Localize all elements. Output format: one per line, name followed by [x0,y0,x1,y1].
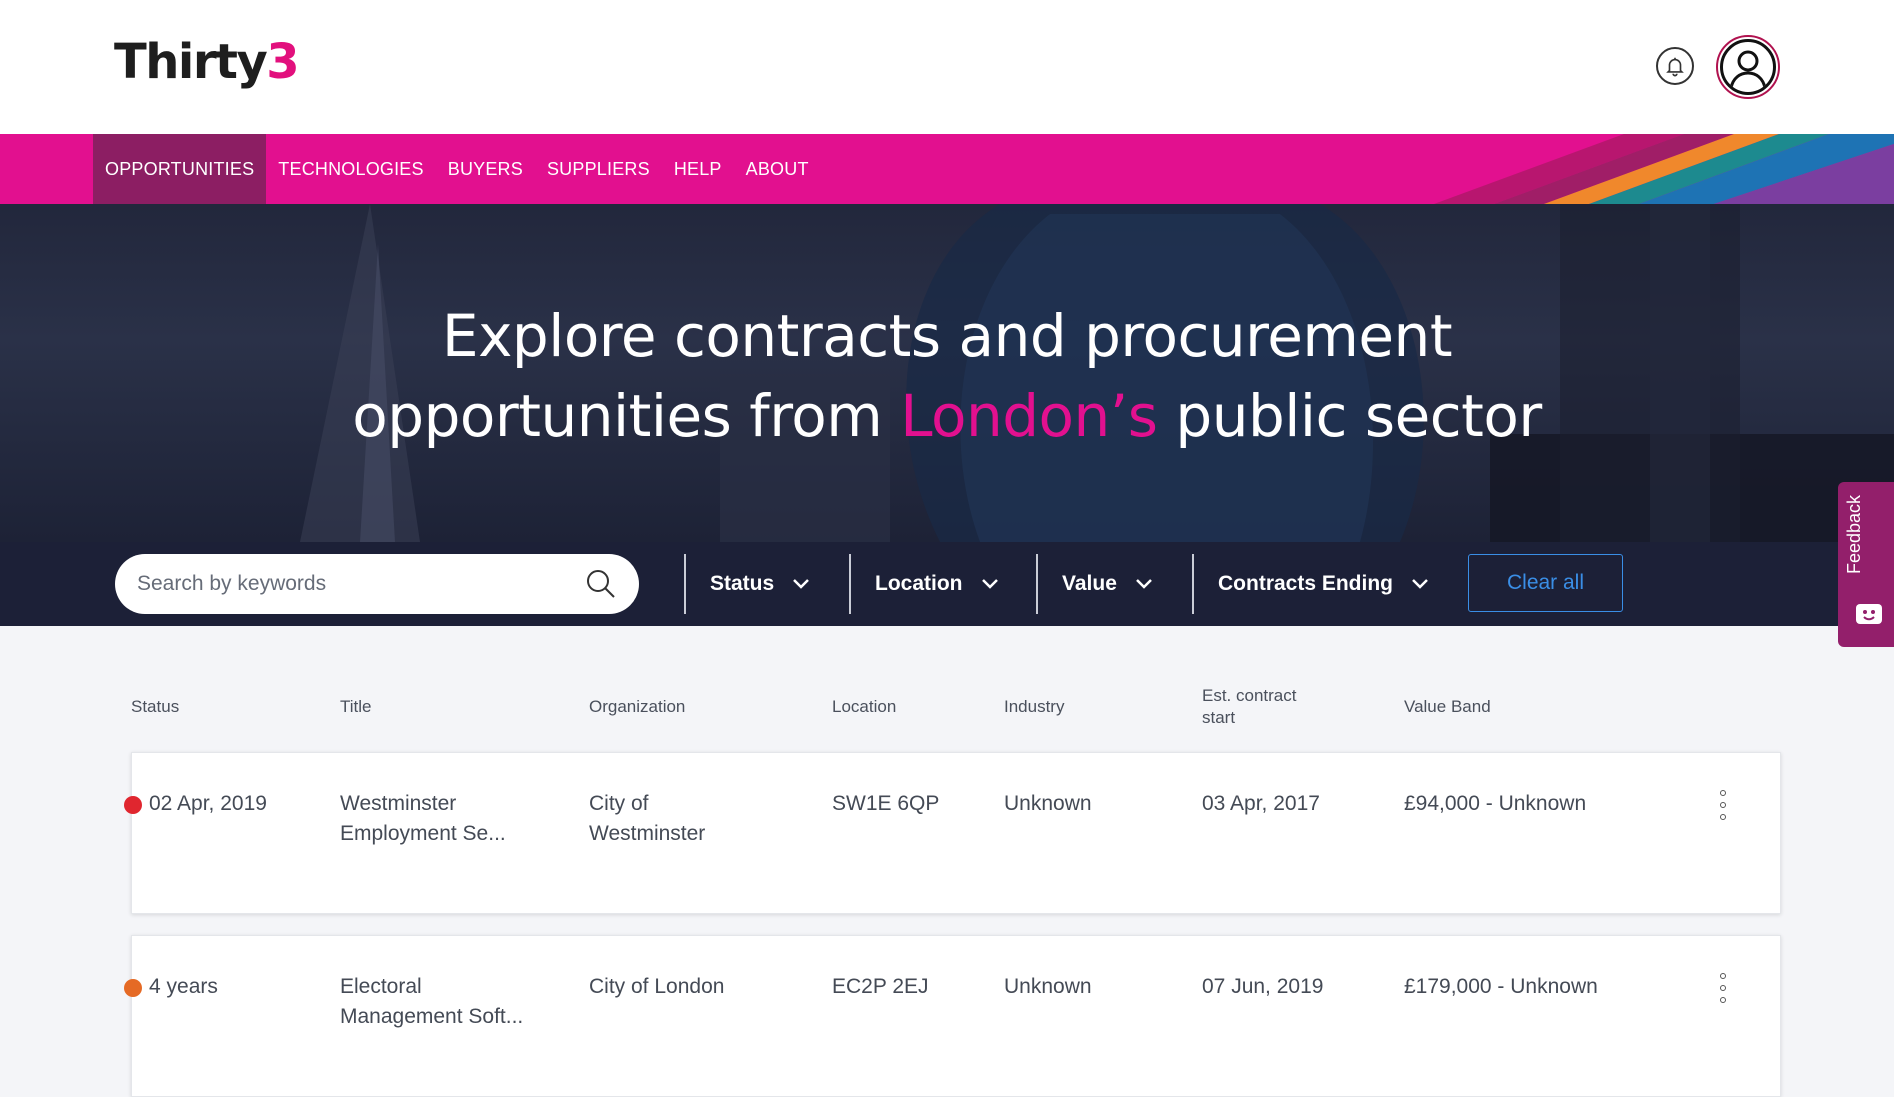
logo-number: 3 [266,34,299,90]
contracts-ending-filter-label: Contracts Ending [1218,572,1394,595]
column-header-industry[interactable]: Industry [1004,696,1064,718]
filter-bar: Status Location Value Contracts Ending C… [0,542,1894,626]
location-filter-label: Location [875,572,963,595]
column-header-status[interactable]: Status [131,696,179,718]
hero-heading-part: opportunities from [352,382,901,450]
feedback-label: Feedback [1844,494,1864,574]
status-filter-label: Status [710,572,775,595]
row-organization-line-2: Westminster [589,822,706,845]
status-dot [124,979,142,997]
top-header: Thirty3 [0,0,1894,134]
row-organization-line-1: City of [589,792,649,815]
hero-heading-accent: London’s [900,382,1158,450]
location-filter[interactable]: Location [875,542,999,626]
column-header-est-contract-start[interactable]: Est. contract start [1202,685,1296,729]
chevron-down-icon [981,542,999,626]
column-header-title[interactable]: Title [340,696,372,718]
row-location: SW1E 6QP [832,792,940,815]
row-organization-line-1: City of London [589,975,725,998]
nav-item-opportunities[interactable]: OPPORTUNITIES [93,134,267,204]
filter-divider [1036,554,1038,614]
column-header-est-line-1: Est. contract [1202,686,1297,705]
row-industry: Unknown [1004,792,1092,815]
nav-item-buyers[interactable]: BUYERS [436,134,535,204]
row-title[interactable]: Electoral Management Soft... [340,972,523,1032]
nav-item-about[interactable]: ABOUT [734,134,821,204]
row-value-band: £179,000 - Unknown [1404,975,1598,998]
row-est-start: 07 Jun, 2019 [1202,975,1324,998]
row-value-band: £94,000 - Unknown [1404,792,1587,815]
nav-item-help[interactable]: HELP [662,134,734,204]
row-title-line-1: Electoral [340,975,422,998]
row-organization: City of London [589,972,724,1002]
column-header-organization[interactable]: Organization [589,696,685,718]
row-est-start: 03 Apr, 2017 [1202,792,1320,815]
logo-text: Thirty [114,34,268,90]
feedback-tab[interactable]: Feedback [1838,482,1894,647]
hero-heading-line-1: Explore contracts and procurement [441,302,1453,370]
decorative-stripes [1434,134,1894,204]
user-avatar-icon[interactable] [1716,35,1780,99]
feedback-face-icon [1856,604,1882,624]
row-status: 02 Apr, 2019 [149,792,267,815]
hero-banner: Explore contracts and procurement opport… [0,204,1894,542]
search-box [115,554,639,614]
main-navigation: OPPORTUNITIES TECHNOLOGIES BUYERS SUPPLI… [0,134,1894,204]
hero-heading-part: public sector [1157,382,1542,450]
search-icon[interactable] [585,568,617,605]
row-title-line-1: Westminster [340,792,457,815]
chevron-down-icon [792,542,810,626]
filter-divider [684,554,686,614]
nav-item-technologies[interactable]: TECHNOLOGIES [266,134,435,204]
row-organization: City of Westminster [589,789,705,849]
column-header-value-band[interactable]: Value Band [1404,696,1491,718]
column-header-location[interactable]: Location [832,696,896,718]
status-filter[interactable]: Status [710,542,810,626]
filter-divider [849,554,851,614]
nav-item-suppliers[interactable]: SUPPLIERS [535,134,662,204]
column-header-est-line-2: start [1202,708,1236,727]
chevron-down-icon [1135,542,1153,626]
clear-all-button[interactable]: Clear all [1468,554,1623,612]
row-title-line-2: Management Soft... [340,1005,524,1028]
hero-heading-line-2: opportunities from London’s public secto… [0,376,1894,456]
row-industry: Unknown [1004,975,1092,998]
search-input[interactable] [135,571,569,597]
bell-icon[interactable] [1656,47,1694,85]
chevron-down-icon [1411,542,1429,626]
filter-divider [1192,554,1194,614]
row-title-line-2: Employment Se... [340,822,506,845]
status-dot [124,796,142,814]
hero-heading: Explore contracts and procurement opport… [0,296,1894,456]
value-filter[interactable]: Value [1062,542,1153,626]
row-title[interactable]: Westminster Employment Se... [340,789,506,849]
kebab-menu-icon[interactable] [1720,790,1726,820]
contracts-ending-filter[interactable]: Contracts Ending [1218,542,1429,626]
value-filter-label: Value [1062,572,1117,595]
row-location: EC2P 2EJ [832,975,929,998]
row-status: 4 years [149,975,218,998]
brand-logo[interactable]: Thirty3 [114,34,300,90]
kebab-menu-icon[interactable] [1720,973,1726,1003]
